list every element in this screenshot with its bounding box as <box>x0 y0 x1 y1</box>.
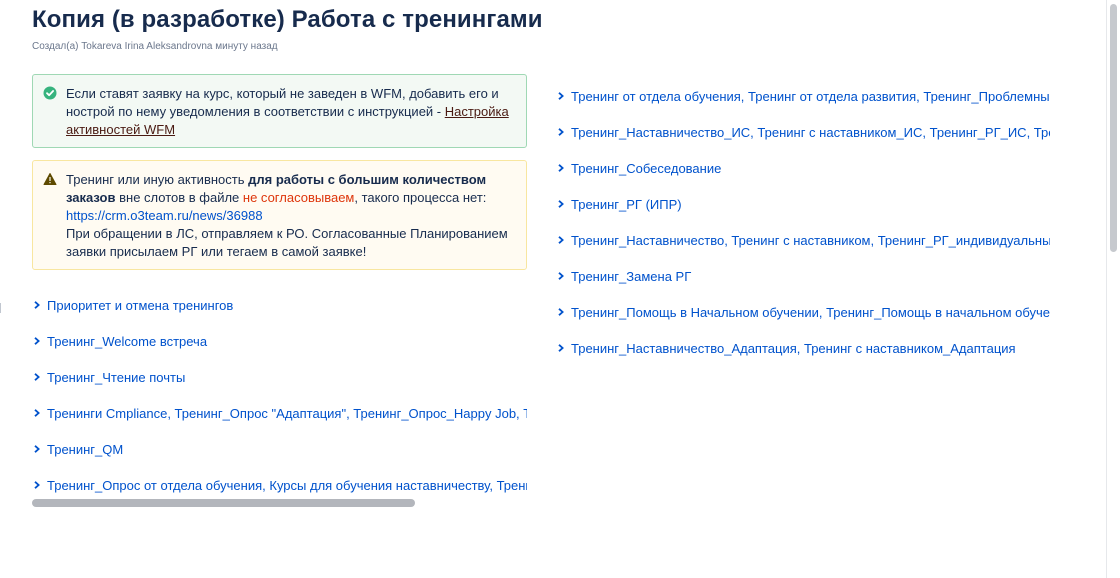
horizontal-scrollbar-thumb[interactable] <box>32 499 415 507</box>
warning-text-3: , такого процесса нет: <box>354 190 487 205</box>
vertical-scrollbar[interactable] <box>1106 0 1120 578</box>
warning-panel: Тренинг или иную активность для работы с… <box>32 160 527 270</box>
expand-title: Тренинг от отдела обучения, Тренинг от о… <box>571 88 1050 104</box>
expand-title: Тренинг_Чтение почты <box>47 369 186 385</box>
chevron-right-icon <box>558 272 564 280</box>
chevron-right-icon <box>34 337 40 345</box>
page-title: Копия (в разработке) Работа с тренингами <box>32 6 543 33</box>
expand-title: Тренинг_РГ (ИПР) <box>571 196 682 212</box>
chevron-right-icon <box>558 308 564 316</box>
expand-item[interactable]: Тренинг_Собеседование <box>556 150 1050 186</box>
left-column: Если ставят заявку на курс, который не з… <box>32 74 527 270</box>
chevron-right-icon <box>558 236 564 244</box>
expand-title: Тренинг_Опрос от отдела обучения, Курсы … <box>47 477 527 493</box>
horizontal-scrollbar[interactable] <box>32 499 527 508</box>
warning-text-1: Тренинг или иную активность <box>66 172 249 187</box>
check-circle-icon <box>43 86 57 100</box>
chevron-right-icon <box>34 373 40 381</box>
success-panel: Если ставят заявку на курс, который не з… <box>32 74 527 148</box>
expand-item[interactable]: Тренинг_Замена РГ <box>556 258 1050 294</box>
chevron-right-icon <box>34 409 40 417</box>
expand-item[interactable]: Тренинг_Опрос от отдела обучения, Курсы … <box>32 467 527 503</box>
left-expand-list: Приоритет и отмена тренингов Тренинг_Wel… <box>32 287 527 503</box>
warning-icon <box>43 173 57 185</box>
success-panel-text: Если ставят заявку на курс, который не з… <box>66 86 499 119</box>
expand-item[interactable]: Тренинг_Наставничество_Адаптация, Тренин… <box>556 330 1050 366</box>
expand-item[interactable]: Тренинг_Помощь в Начальном обучении, Тре… <box>556 294 1050 330</box>
expand-title: Тренинг_Наставничество_Адаптация, Тренин… <box>571 340 1016 356</box>
expand-item[interactable]: Приоритет и отмена тренингов <box>32 287 527 323</box>
expand-title: Тренинг_Наставничество_ИС, Тренинг с нас… <box>571 124 1050 140</box>
expand-item[interactable]: Тренинг_Welcome встреча <box>32 323 527 359</box>
expand-title: Тренинг_Наставничество, Тренинг с настав… <box>571 232 1050 248</box>
page-byline: Создал(а) Tokareva Irina Aleksandrovna м… <box>32 41 278 52</box>
expand-title: Тренинги Cmpliance, Тренинг_Опрос "Адапт… <box>47 405 527 421</box>
chevron-right-icon <box>558 200 564 208</box>
expand-item[interactable]: Тренинг_QM <box>32 431 527 467</box>
expand-item[interactable]: Тренинг_Наставничество_ИС, Тренинг с нас… <box>556 114 1050 150</box>
right-expand-list: Тренинг от отдела обучения, Тренинг от о… <box>556 78 1050 366</box>
chevron-right-icon <box>558 128 564 136</box>
expand-title: Приоритет и отмена тренингов <box>47 297 234 313</box>
chevron-right-icon <box>558 92 564 100</box>
warning-red-text: не согласовываем <box>242 190 355 205</box>
expand-title: Тренинг_Welcome встреча <box>47 333 208 349</box>
expand-item[interactable]: Тренинг_РГ (ИПР) <box>556 186 1050 222</box>
expand-title: Тренинг_Замена РГ <box>571 268 692 284</box>
chevron-right-icon <box>34 301 40 309</box>
expand-item[interactable]: Тренинг от отдела обучения, Тренинг от о… <box>556 78 1050 114</box>
chevron-right-icon <box>34 481 40 489</box>
chevron-right-icon <box>558 164 564 172</box>
warning-text-2: вне слотов в файле <box>115 190 243 205</box>
expand-item[interactable]: Тренинг_Наставничество, Тренинг с настав… <box>556 222 1050 258</box>
chevron-right-icon <box>558 344 564 352</box>
expand-title: Тренинг_QM <box>47 441 124 457</box>
vertical-scrollbar-thumb[interactable] <box>1110 4 1117 252</box>
expand-title: Тренинг_Помощь в Начальном обучении, Тре… <box>571 304 1050 320</box>
expand-item[interactable]: Тренинг_Чтение почты <box>32 359 527 395</box>
chevron-right-icon <box>34 445 40 453</box>
crm-news-link[interactable]: https://crm.o3team.ru/news/36988 <box>66 208 263 223</box>
warning-text-4: При обращении в ЛС, отправляем к РО. Сог… <box>66 226 508 259</box>
left-edge-mark <box>0 303 1 313</box>
expand-item[interactable]: Тренинги Cmpliance, Тренинг_Опрос "Адапт… <box>32 395 527 431</box>
expand-title: Тренинг_Собеседование <box>571 160 722 176</box>
